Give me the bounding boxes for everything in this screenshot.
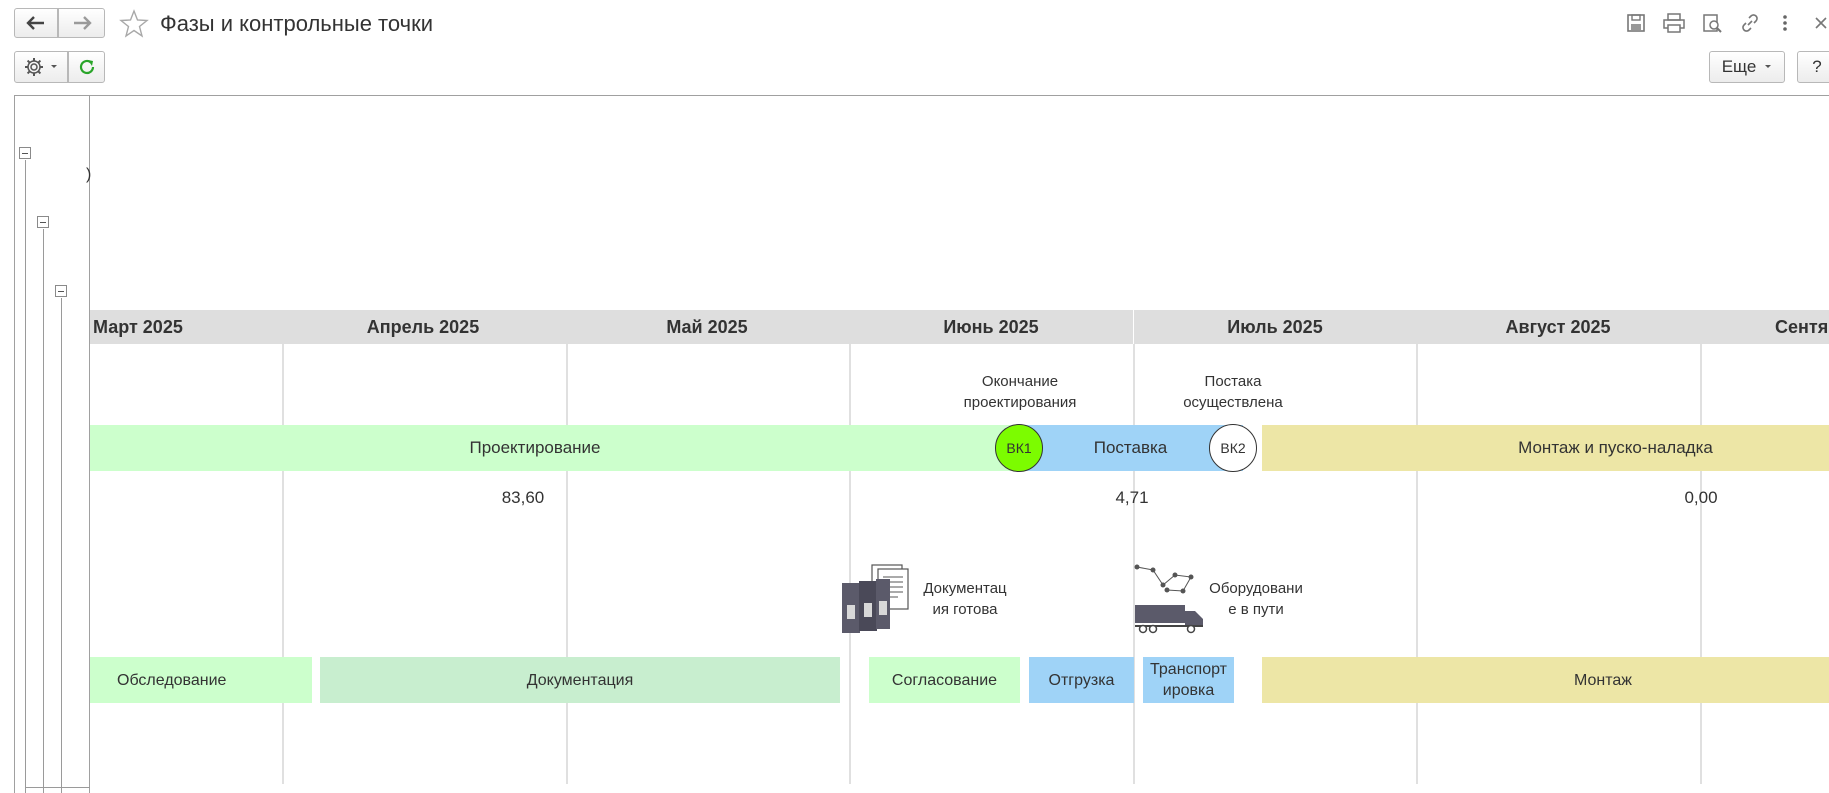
- more-actions-button[interactable]: [1774, 12, 1796, 34]
- tree-line: [25, 787, 90, 788]
- help-button[interactable]: ?: [1797, 51, 1829, 83]
- back-button[interactable]: [14, 8, 58, 38]
- settings-button[interactable]: [14, 51, 68, 83]
- chevron-down-icon: [51, 65, 57, 68]
- month-label: Июнь 2025: [943, 317, 1039, 337]
- phase-bar-install[interactable]: Монтаж и пуско-наладка: [1262, 425, 1829, 471]
- link-icon: [1742, 14, 1758, 32]
- collapse-toggle[interactable]: [55, 285, 67, 297]
- phase-value-install: 0,00: [1684, 488, 1718, 507]
- kebab-menu-icon: [1783, 15, 1787, 31]
- milestone-caption-vk2: Постака осуществлена: [1183, 373, 1283, 411]
- save-button[interactable]: [1625, 12, 1647, 34]
- tree-line: [25, 160, 26, 793]
- chevron-down-icon: [1765, 65, 1772, 68]
- more-menu-button[interactable]: Еще: [1709, 51, 1785, 83]
- save-icon: [1627, 14, 1645, 32]
- tree-line: [61, 298, 62, 793]
- gear-icon: [25, 58, 43, 76]
- close-icon: [1815, 17, 1827, 29]
- refresh-button[interactable]: [68, 51, 105, 83]
- task-bar-approval[interactable]: Согласование: [869, 657, 1020, 703]
- task-bar-shipment[interactable]: Отгрузка: [1029, 657, 1134, 703]
- page-title: Фазы и контрольные точки: [160, 11, 434, 36]
- grid-line: [1416, 344, 1418, 784]
- documents-binders-icon: [840, 563, 915, 635]
- month-label: Июль 2025: [1227, 317, 1323, 337]
- event-caption-docs: Документац ия готова: [923, 580, 1007, 618]
- star-icon: [119, 9, 149, 38]
- cut-off-glyph: ): [86, 166, 92, 183]
- month-label: Март 2025: [93, 317, 183, 337]
- favorite-star-button[interactable]: [118, 8, 150, 40]
- help-label: ?: [1812, 57, 1822, 76]
- phase-value-design: 83,60: [501, 488, 545, 507]
- milestone-caption-vk1: Окончание проектирования: [963, 373, 1077, 411]
- collapse-toggle[interactable]: [19, 147, 31, 159]
- phase-label-install: Монтаж и пуско-наладка: [1518, 438, 1713, 457]
- phase-label-design: Проектирование: [469, 438, 601, 457]
- grid-line: [566, 344, 568, 784]
- task-bar-documentation[interactable]: Документация: [320, 657, 840, 703]
- phase-label-supply: Поставка: [1093, 438, 1168, 457]
- task-bar-survey[interactable]: Обследование: [90, 657, 312, 703]
- collapse-toggle[interactable]: [37, 216, 49, 228]
- month-label: Сентя: [1775, 317, 1829, 337]
- phase-bar-design[interactable]: Проектирование: [90, 425, 1030, 471]
- event-caption-transit: Оборудовани е в пути: [1209, 580, 1303, 618]
- arrow-right-icon: [73, 16, 92, 30]
- more-menu-label: Еще: [1721, 57, 1757, 76]
- printer-icon: [1663, 13, 1685, 33]
- task-bar-mount[interactable]: Монтаж: [1262, 657, 1829, 703]
- preview-button[interactable]: [1701, 12, 1723, 34]
- milestone-vk1[interactable]: ВК1: [995, 424, 1043, 472]
- month-separator: [1133, 310, 1134, 344]
- refresh-icon: [79, 59, 94, 75]
- grid-line: [1700, 344, 1702, 784]
- preview-icon: [1703, 14, 1722, 33]
- forward-button[interactable]: [58, 8, 105, 38]
- grid-line: [282, 344, 284, 784]
- month-label: Апрель 2025: [366, 317, 480, 337]
- close-button[interactable]: [1810, 12, 1829, 34]
- tree-line: [43, 229, 44, 793]
- truck-route-icon: [1133, 563, 1208, 635]
- phase-value-supply: 4,71: [1115, 488, 1149, 507]
- month-label: Август 2025: [1505, 317, 1611, 337]
- print-button[interactable]: [1663, 12, 1685, 34]
- milestone-vk2[interactable]: ВК2: [1209, 424, 1257, 472]
- month-label: Май 2025: [666, 317, 748, 337]
- link-button[interactable]: [1739, 12, 1761, 34]
- arrow-left-icon: [26, 16, 44, 30]
- task-bar-transport[interactable]: Транспорт ировка: [1143, 657, 1234, 703]
